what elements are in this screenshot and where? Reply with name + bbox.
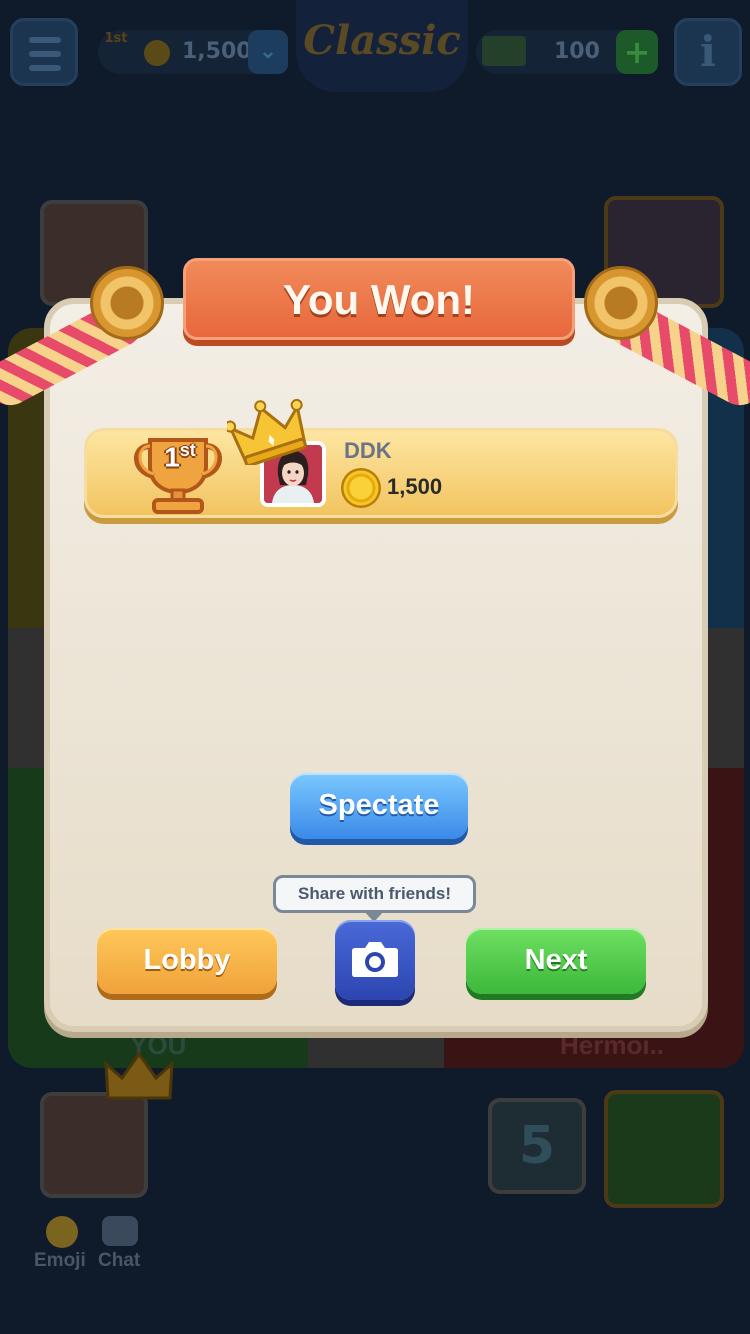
- next-button[interactable]: Next: [466, 928, 646, 994]
- winner-rank: 1st: [164, 440, 196, 473]
- winner-coins: 1,500: [387, 474, 443, 499]
- share-camera-button[interactable]: [335, 920, 415, 1000]
- dialog-title: You Won!: [183, 258, 575, 340]
- camera-icon: [352, 942, 398, 977]
- coins-dropdown-button[interactable]: ⌄: [248, 30, 288, 74]
- crown-icon: [227, 398, 307, 465]
- winner-name: DDK: [344, 438, 392, 463]
- emoji-icon: [46, 1216, 78, 1248]
- coin-icon: [144, 40, 170, 66]
- emoji-label: Emoji: [34, 1250, 86, 1271]
- add-cash-button[interactable]: +: [616, 30, 658, 74]
- share-tooltip: Share with friends!: [273, 875, 476, 922]
- rank-badge-icon: 1st: [104, 31, 128, 46]
- chat-label: Chat: [98, 1250, 141, 1271]
- info-button[interactable]: i: [674, 18, 742, 86]
- coin-icon: [341, 468, 381, 508]
- bottom-right-player-avatar: [604, 1090, 724, 1208]
- cash-icon: [482, 36, 526, 66]
- coins-pill: 1st 1,500 ⌄: [98, 30, 288, 74]
- emoji-button[interactable]: Emoji: [34, 1216, 90, 1276]
- party-horn-left-bell: [90, 266, 164, 340]
- spectate-button[interactable]: Spectate: [290, 773, 468, 839]
- coins-value: 1,500: [182, 39, 252, 64]
- chat-icon: [102, 1216, 138, 1246]
- party-horn-right-bell: [584, 266, 658, 340]
- chat-button[interactable]: Chat: [96, 1216, 146, 1276]
- game-mode-banner: Classic: [296, 0, 468, 92]
- lobby-button[interactable]: Lobby: [97, 928, 277, 994]
- cash-value: 100: [554, 39, 600, 64]
- crown-icon: [104, 1051, 174, 1100]
- dice[interactable]: 5: [488, 1098, 586, 1194]
- opponent-label: Hermoi..: [560, 1030, 665, 1060]
- cash-pill: 100 +: [476, 30, 658, 74]
- menu-button[interactable]: [10, 18, 78, 86]
